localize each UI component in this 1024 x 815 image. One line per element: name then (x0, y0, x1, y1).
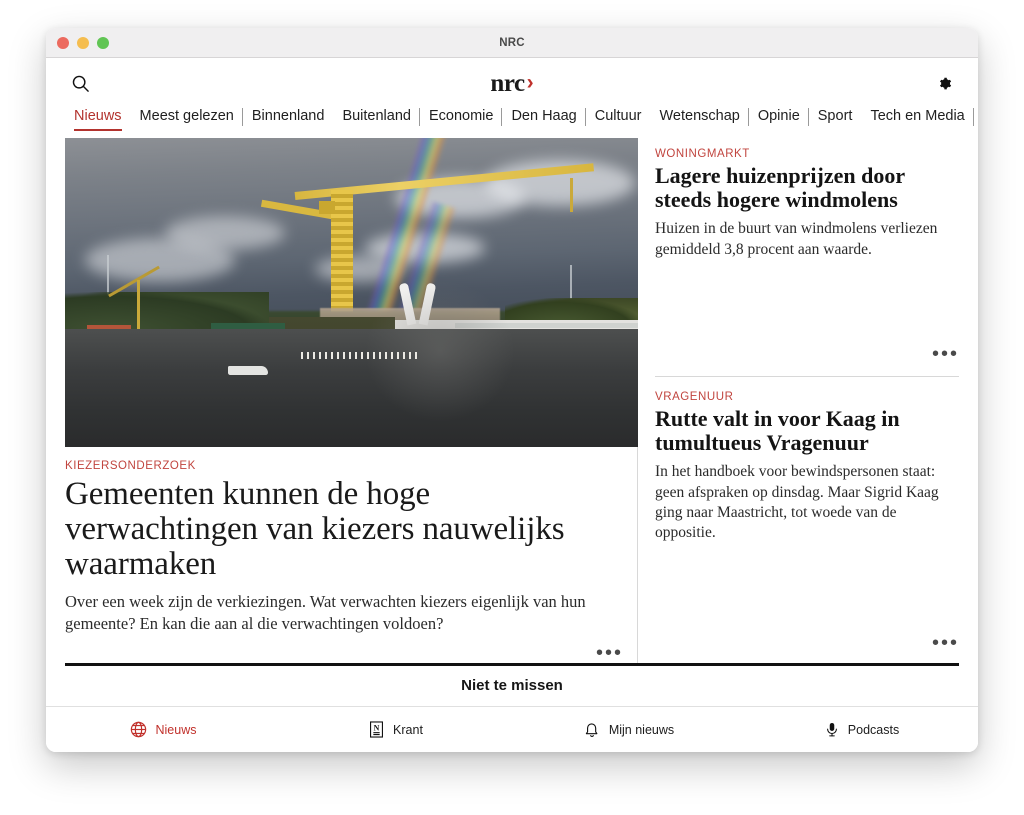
traffic-light-group (57, 28, 109, 58)
tab-tech-en-media[interactable]: Tech en Media (861, 108, 975, 126)
side-article-vragenuur: VRAGENUUR Rutte valt in voor Kaag in tum… (655, 376, 959, 663)
newspaper-icon: N (368, 720, 385, 739)
side-lead: In het handboek voor bewindspersonen sta… (655, 463, 939, 541)
photo-second-crane (137, 279, 140, 332)
section-nav-list: Nieuws Meest gelezen Binnenland Buitenla… (46, 108, 978, 138)
side-more-options-button[interactable]: ••• (655, 344, 959, 364)
side-more-options-button[interactable]: ••• (655, 633, 959, 653)
side-headline[interactable]: Rutte valt in voor Kaag in tumultueus Vr… (655, 406, 959, 455)
tab-label: Den Haag (511, 108, 577, 124)
hero-headline[interactable]: Gemeenten kunnen de hoge verwachtingen v… (65, 476, 623, 582)
tabbar-item-mijn-nieuws[interactable]: Mijn nieuws (512, 720, 745, 739)
tabbar-label: Mijn nieuws (608, 722, 675, 737)
globe-icon (129, 720, 148, 739)
hero-more-options-button[interactable]: ••• (65, 643, 623, 663)
window-titlebar: NRC (46, 28, 978, 58)
tab-label: Cultuur (594, 108, 642, 124)
gear-icon[interactable] (932, 71, 956, 95)
tab-label: Meest gelezen (139, 108, 234, 124)
brand-wordmark: nrc (490, 69, 525, 97)
photo-river (65, 329, 638, 447)
tab-meest-gelezen[interactable]: Meest gelezen (131, 108, 244, 126)
close-window-button[interactable] (57, 37, 69, 49)
section-divider (65, 663, 959, 666)
tabbar-item-krant[interactable]: N Krant (279, 720, 512, 739)
tabbar-label: Nieuws (155, 722, 197, 737)
tabbar-item-podcasts[interactable]: Podcasts (745, 720, 978, 739)
tab-buitenland[interactable]: Buitenland (333, 108, 420, 126)
app-window: NRC nrc › Nieuws Meest gelezen Binnenlan… (46, 28, 978, 752)
main-content: KIEZERSONDERZOEK Gemeenten kunnen de hog… (46, 138, 978, 663)
tab-label: Binnenland (251, 108, 325, 124)
brand-chevron-icon: › (526, 71, 534, 94)
tab-label: Opinie (757, 108, 800, 124)
zoom-window-button[interactable] (97, 37, 109, 49)
tab-binnenland[interactable]: Binnenland (243, 108, 334, 125)
tab-cultuur[interactable]: Cultuur (586, 108, 651, 125)
side-lead: Huizen in de buurt van windmolens verlie… (655, 220, 938, 258)
side-kicker: WONINGMARKT (655, 148, 750, 160)
hero-column: KIEZERSONDERZOEK Gemeenten kunnen de hog… (65, 138, 638, 663)
tab-wetenschap[interactable]: Wetenschap (651, 108, 750, 126)
search-icon[interactable] (68, 71, 92, 95)
side-article-woningmarkt: WONINGMARKT Lagere huizenprijzen door st… (655, 138, 959, 374)
tabbar-label: Krant (393, 722, 423, 737)
tab-label: Tech en Media (870, 108, 965, 124)
photo-river-reflection (365, 279, 515, 422)
tab-opinie[interactable]: Opinie (749, 108, 809, 126)
window-title: NRC (499, 36, 525, 49)
tabbar-label: Podcasts (847, 722, 900, 737)
tab-label: Wetenschap (659, 108, 740, 124)
bell-icon (583, 720, 601, 739)
tab-label: Economie (428, 108, 494, 124)
hero-image[interactable] (65, 138, 638, 447)
side-column: WONINGMARKT Lagere huizenprijzen door st… (638, 138, 959, 663)
photo-crane-hook (570, 178, 573, 213)
side-headline[interactable]: Lagere huizenprijzen door steeds hogere … (655, 163, 959, 212)
hero-lead: Over een week zijn de verkiezingen. Wat … (65, 592, 586, 634)
tab-label: Sport (817, 108, 853, 124)
microphone-icon (824, 720, 840, 739)
tab-label: Nieuws (74, 108, 122, 124)
photo-fence (301, 352, 421, 360)
brand-logo: nrc › (46, 58, 978, 108)
svg-text:N: N (374, 724, 380, 733)
tab-label: Buitenland (342, 108, 411, 124)
app-header: nrc › (46, 58, 978, 108)
minimize-window-button[interactable] (77, 37, 89, 49)
niet-te-missen-section: Niet te missen (46, 663, 978, 706)
photo-crane-cabin (319, 201, 335, 215)
bottom-tabbar: Nieuws N Krant Mijn nieuws Podcasts (46, 706, 978, 752)
tabbar-item-nieuws[interactable]: Nieuws (46, 720, 279, 739)
photo-boat (228, 366, 268, 376)
photo-cloud (165, 216, 285, 250)
hero-kicker: KIEZERSONDERZOEK (65, 459, 196, 472)
tab-economie[interactable]: Economie (420, 108, 503, 126)
side-kicker: VRAGENUUR (655, 391, 734, 403)
tab-nieuws[interactable]: Nieuws (65, 108, 131, 131)
section-nav[interactable]: Nieuws Meest gelezen Binnenland Buitenla… (46, 108, 978, 138)
tab-sport[interactable]: Sport (809, 108, 862, 125)
tab-den-haag[interactable]: Den Haag (502, 108, 587, 126)
niet-te-missen-title: Niet te missen (461, 677, 563, 694)
app-content: nrc › Nieuws Meest gelezen Binnenland Bu… (46, 58, 978, 752)
tab-boeken[interactable]: Boeken (974, 108, 978, 125)
